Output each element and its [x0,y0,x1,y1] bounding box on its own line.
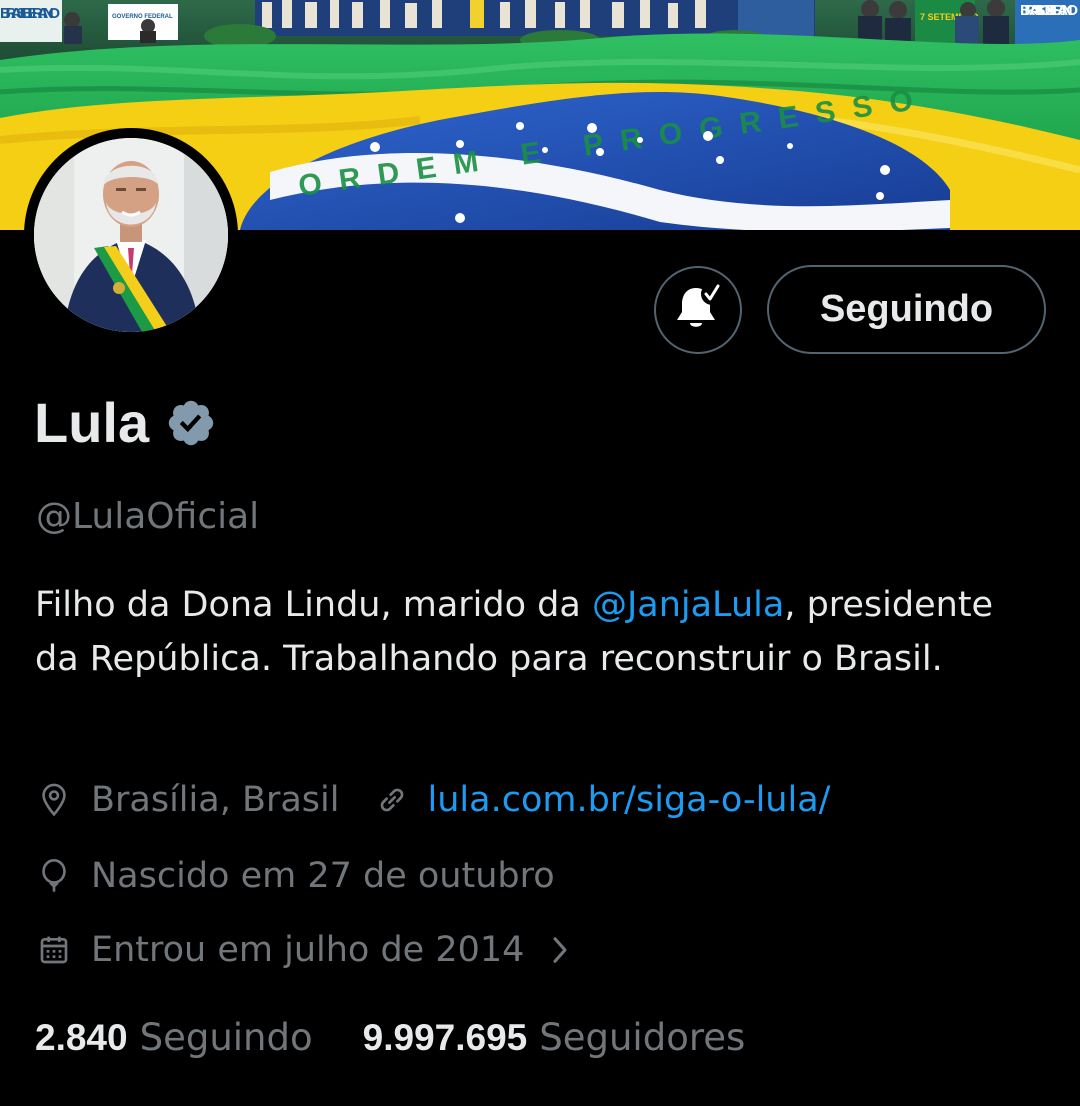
followers-count: 9.997.695 [362,1017,528,1058]
bio-mention-link[interactable]: @JanjaLula [592,585,784,625]
location-text: Brasília, Brasil [91,780,340,820]
joined-text: Entrou em julho de 2014 [91,930,525,970]
followers-label: Seguidores [539,1016,746,1059]
notifications-button[interactable] [654,266,742,354]
banner-sign-gov: GOVERNO FEDERAL [112,14,173,20]
banner-sign-right: BRASIL SOBERANO [1020,2,1078,19]
chevron-right-icon [550,935,570,965]
following-label: Seguindo [139,1016,313,1059]
profile-meta-joined-row[interactable]: Entrou em julho de 2014 [36,930,570,970]
following-stat-link[interactable]: 2.840 Seguindo [35,1016,313,1059]
following-button[interactable]: Seguindo [767,265,1046,354]
display-name: Lula [34,391,150,454]
profile-meta-location-row: Brasília, Brasil lula.com.br/siga-o-lula… [36,780,830,820]
banner-sign-left: BRASIL BERANO [0,5,60,22]
profile-meta-birthday-row: Nascido em 27 de outubro [36,856,555,896]
user-handle: @LulaOficial [36,496,260,537]
website-link[interactable]: lula.com.br/siga-o-lula/ [428,780,831,820]
verified-badge-icon[interactable] [165,397,217,449]
following-count: 2.840 [35,1017,128,1058]
following-button-label: Seguindo [819,288,994,330]
avatar[interactable] [24,128,238,342]
profile-bio: Filho da Dona Lindu, marido da @JanjaLul… [35,578,1045,686]
birthday-text: Nascido em 27 de outubro [91,856,555,896]
followers-stat-link[interactable]: 9.997.695 Seguidores [363,1016,746,1059]
location-pin-icon [36,782,72,818]
balloon-icon [36,858,72,894]
calendar-icon [36,932,72,968]
profile-stats: 2.840 Seguindo 9.997.695 Seguidores [35,1016,745,1059]
bio-text-start: Filho da Dona Lindu, marido da [35,585,592,625]
link-icon [374,782,410,818]
bell-check-icon [672,282,724,338]
avatar-photo [34,138,228,332]
display-name-row: Lula [34,390,217,455]
